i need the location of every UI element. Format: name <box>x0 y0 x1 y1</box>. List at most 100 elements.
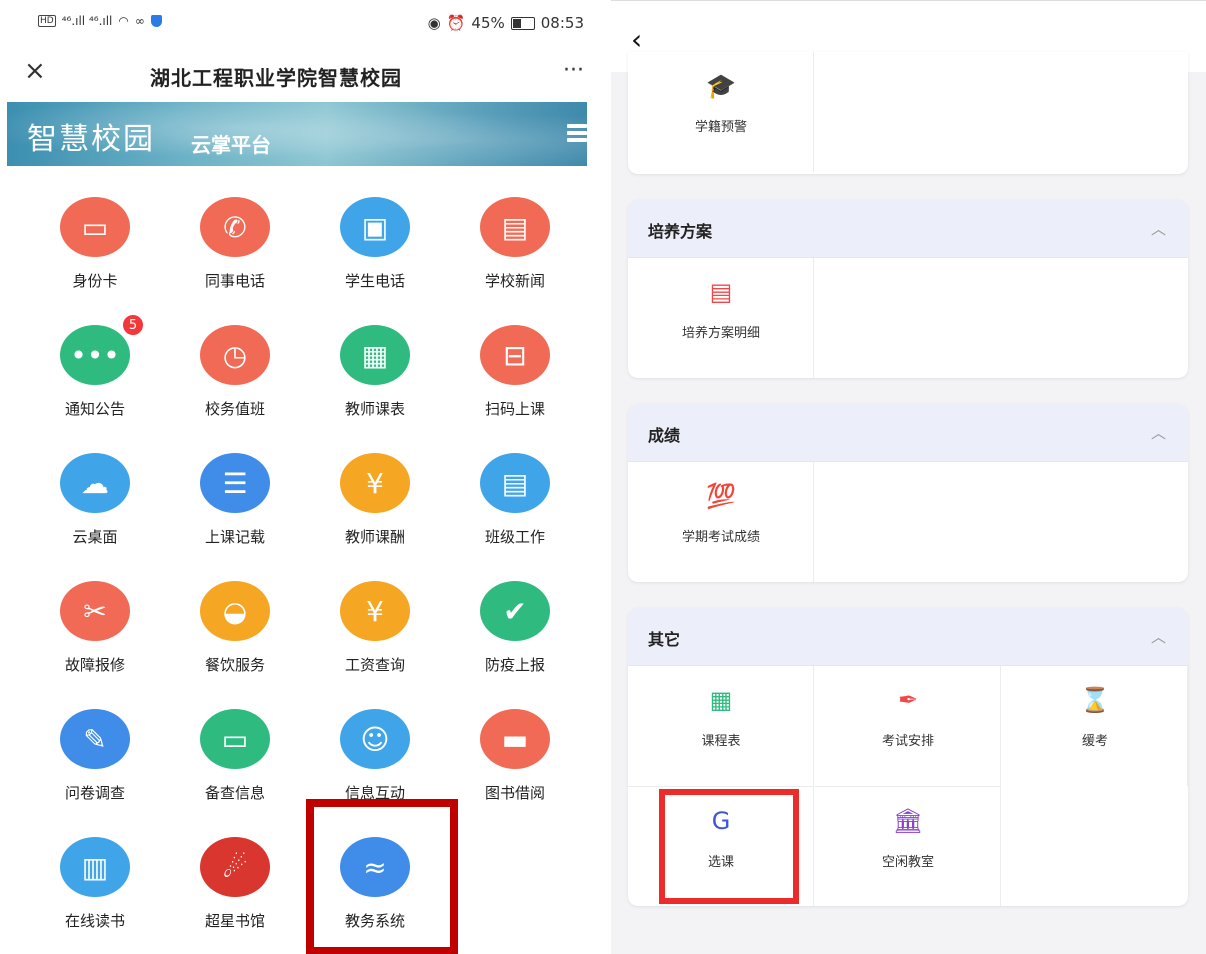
app-tile[interactable]: ▭ 备查信息 <box>170 704 300 824</box>
app-tile[interactable]: ✔ 防疫上报 <box>450 576 580 696</box>
app-label: 教师课表 <box>344 400 405 418</box>
title-bar: × 湖北工程职业学院智慧校园 ··· <box>20 56 590 96</box>
hd-icon: HD <box>38 15 56 27</box>
section-body: 🎓 学籍预警 <box>628 52 1188 172</box>
app-tile[interactable]: ▣ 学生电话 <box>310 192 440 312</box>
app-tile[interactable]: ◒ 餐饮服务 <box>170 576 300 696</box>
app-label: 通知公告 <box>64 400 125 418</box>
highlight-frame-right <box>659 789 799 904</box>
app-label: 在线读书 <box>64 912 125 930</box>
app-tile[interactable]: ••• 5 通知公告 <box>30 314 160 440</box>
menu-icon[interactable] <box>567 124 587 144</box>
app-tile[interactable]: ▥ 在线读书 <box>30 832 160 952</box>
app-icon: ¥ <box>340 581 410 641</box>
app-icon: ¥ <box>340 453 410 513</box>
app-icon: ☺ <box>340 709 410 769</box>
section-header[interactable]: 其它 ︿ <box>628 608 1188 666</box>
section-body: 💯 学期考试成绩 <box>628 462 1188 582</box>
function-tile[interactable]: 💯 学期考试成绩 <box>628 462 814 582</box>
banner: 智慧校园 云掌平台 <box>7 102 587 166</box>
app-tile[interactable]: ☁ 云桌面 <box>30 448 160 568</box>
tile-icon: ✒ <box>897 686 919 714</box>
battery-icon <box>510 16 535 30</box>
app-label: 校务值班 <box>204 400 265 418</box>
function-tile[interactable]: ⌛ 缓考 <box>1002 666 1188 786</box>
app-icon: ▤ <box>480 453 550 513</box>
app-tile[interactable]: ◷ 校务值班 <box>170 320 300 440</box>
app-icon: ☄ <box>200 837 270 897</box>
eye-icon: ◉ <box>427 14 441 32</box>
tile-label: 学籍预警 <box>694 120 747 135</box>
app-tile[interactable]: ▤ 学校新闻 <box>450 192 580 312</box>
app-label: 学校新闻 <box>484 272 545 290</box>
tile-icon: 🎓 <box>706 72 736 100</box>
tile-label: 考试安排 <box>881 734 934 749</box>
app-label: 故障报修 <box>64 656 125 674</box>
tile-icon: 💯 <box>706 482 736 510</box>
app-icon: ▦ <box>340 325 410 385</box>
app-tile[interactable]: ▬ 图书借阅 <box>450 704 580 824</box>
more-icon[interactable]: ··· <box>563 58 584 83</box>
app-label: 云桌面 <box>72 528 118 546</box>
app-label: 防疫上报 <box>484 656 545 674</box>
app-label: 学生电话 <box>344 272 405 290</box>
app-tile[interactable]: ¥ 工资查询 <box>310 576 440 696</box>
function-tile[interactable]: 🎓 学籍预警 <box>628 52 814 172</box>
function-tile[interactable]: ▤ 培养方案明细 <box>628 258 814 378</box>
app-icon: ☰ <box>200 453 270 513</box>
collapse-icon[interactable]: ︿ <box>1151 422 1166 443</box>
app-label: 教师课酬 <box>344 528 405 546</box>
banner-subtitle: 云掌平台 <box>191 133 271 157</box>
section-title: 培养方案 <box>648 222 713 241</box>
banner-title: 智慧校园 <box>27 122 155 157</box>
app-icon: ▤ <box>480 197 550 257</box>
app-icon: ☁ <box>60 453 130 513</box>
section-header[interactable]: 成绩 ︿ <box>628 404 1188 462</box>
app-tile[interactable]: ✆ 同事电话 <box>170 192 300 312</box>
function-tile[interactable]: ✒ 考试安排 <box>815 666 1001 786</box>
app-tile[interactable]: ☰ 上课记载 <box>170 448 300 568</box>
app-tile[interactable]: ¥ 教师课酬 <box>310 448 440 568</box>
app-tile[interactable]: ☄ 超星书馆 <box>170 832 300 952</box>
tile-icon: ⌛ <box>1080 686 1110 714</box>
app-label: 图书借阅 <box>484 784 545 802</box>
app-label: 扫码上课 <box>484 400 545 418</box>
section-title: 成绩 <box>648 426 681 445</box>
app-label: 身份卡 <box>72 272 118 290</box>
close-icon[interactable]: × <box>24 56 46 86</box>
tile-label: 学期考试成绩 <box>681 530 760 545</box>
function-tile[interactable]: ▦ 课程表 <box>628 666 814 786</box>
app-icon: ✔ <box>480 581 550 641</box>
notification-badge: 5 <box>122 314 144 336</box>
link-icon: ∞ <box>134 14 145 28</box>
collapse-icon[interactable]: ︿ <box>1151 218 1166 239</box>
app-tile[interactable]: ▤ 班级工作 <box>450 448 580 568</box>
app-tile[interactable]: ▦ 教师课表 <box>310 320 440 440</box>
app-icon: ✂ <box>60 581 130 641</box>
section-card: 培养方案 ︿ ▤ 培养方案明细 <box>628 200 1188 378</box>
function-tile[interactable]: 🏛 空闲教室 <box>815 786 1001 906</box>
app-icon: ▣ <box>340 197 410 257</box>
app-label: 备查信息 <box>204 784 265 802</box>
section-card: 成绩 ︿ 💯 学期考试成绩 <box>628 404 1188 582</box>
collapse-icon[interactable]: ︿ <box>1151 626 1166 647</box>
app-label: 超星书馆 <box>204 912 265 930</box>
app-tile[interactable]: ▭ 身份卡 <box>30 192 160 312</box>
app-tile[interactable]: ⊟ 扫码上课 <box>450 320 580 440</box>
app-icon: ▭ <box>200 709 270 769</box>
section-header[interactable]: 培养方案 ︿ <box>628 200 1188 258</box>
page-title: 湖北工程职业学院智慧校园 <box>150 66 402 90</box>
app-label: 问卷调查 <box>64 784 125 802</box>
app-tile[interactable]: ✎ 问卷调查 <box>30 704 160 824</box>
section-title: 其它 <box>648 630 681 649</box>
left-phone-screen: HD ⁴⁶.ıll ⁴⁶.ıll ◠ ∞ ◉ ⏰ 45% 08:53 × 湖北工… <box>0 0 592 954</box>
tile-label: 空闲教室 <box>881 855 934 870</box>
app-icon: ◒ <box>200 581 270 641</box>
app-label: 班级工作 <box>484 528 545 546</box>
app-label: 餐饮服务 <box>204 656 265 674</box>
app-tile[interactable]: ✂ 故障报修 <box>30 576 160 696</box>
app-label: 上课记载 <box>204 528 265 546</box>
battery-fill <box>512 18 522 28</box>
app-icon: ✎ <box>60 709 130 769</box>
app-icon: ◷ <box>200 325 270 385</box>
